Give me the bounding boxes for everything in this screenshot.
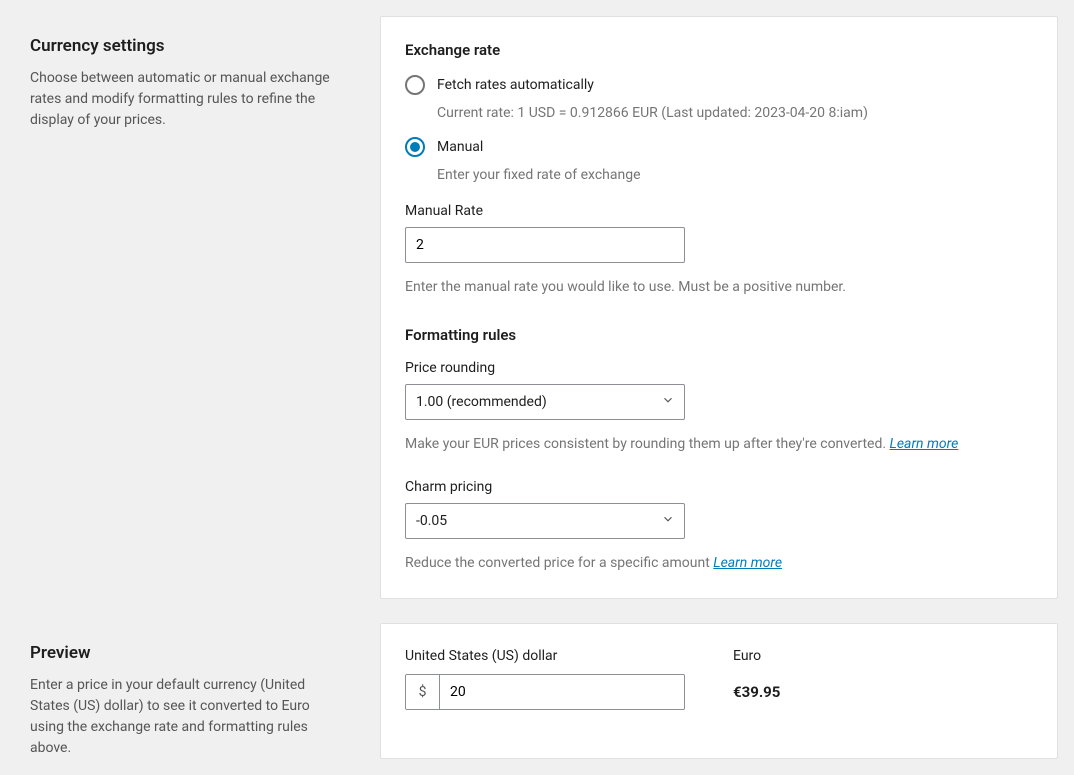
exchange-rate-heading: Exchange rate [405, 41, 1033, 59]
radio-auto-help: Current rate: 1 USD = 0.912866 EUR (Last… [437, 105, 1033, 121]
preview-title: Preview [30, 643, 346, 663]
preview-usd-label: United States (US) dollar [405, 648, 685, 664]
radio-auto[interactable]: Fetch rates automatically [405, 75, 1033, 95]
currency-settings-title: Currency settings [30, 36, 346, 56]
price-rounding-help: Make your EUR prices consistent by round… [405, 434, 1033, 455]
exchange-rate-radio-group: Fetch rates automatically Current rate: … [405, 75, 1033, 183]
radio-manual[interactable]: Manual [405, 137, 1033, 157]
currency-settings-description: Choose between automatic or manual excha… [30, 68, 346, 131]
radio-auto-label: Fetch rates automatically [437, 75, 594, 95]
preview-eur-value: €39.95 [733, 674, 780, 710]
manual-rate-label: Manual Rate [405, 203, 1033, 219]
price-rounding-label: Price rounding [405, 360, 1033, 376]
price-rounding-value: 1.00 (recommended) [416, 394, 547, 410]
currency-symbol: $ [406, 675, 440, 709]
charm-pricing-block: Charm pricing -0.05 Reduce the converted… [405, 479, 1033, 574]
charm-pricing-learn-more-link[interactable]: Learn more [713, 555, 782, 571]
charm-pricing-help: Reduce the converted price for a specifi… [405, 553, 1033, 574]
charm-pricing-value: -0.05 [416, 513, 447, 529]
price-rounding-learn-more-link[interactable]: Learn more [890, 436, 959, 452]
preview-usd-col: United States (US) dollar $ [405, 648, 685, 710]
manual-rate-input[interactable] [405, 227, 685, 263]
currency-settings-sidebar: Currency settings Choose between automat… [16, 16, 356, 599]
price-rounding-select[interactable]: 1.00 (recommended) [405, 384, 685, 420]
radio-icon [405, 75, 425, 95]
radio-manual-help: Enter your fixed rate of exchange [437, 167, 1033, 183]
manual-rate-help: Enter the manual rate you would like to … [405, 277, 1033, 298]
preview-description: Enter a price in your default currency (… [30, 675, 346, 759]
preview-usd-input[interactable] [440, 675, 684, 709]
preview-panel: United States (US) dollar $ Euro €39.95 [380, 623, 1058, 759]
radio-manual-label: Manual [437, 137, 483, 157]
currency-settings-section: Currency settings Choose between automat… [16, 16, 1058, 599]
preview-eur-label: Euro [733, 648, 780, 664]
preview-section: Preview Enter a price in your default cu… [16, 623, 1058, 759]
preview-usd-input-group: $ [405, 674, 685, 710]
charm-pricing-select[interactable]: -0.05 [405, 503, 685, 539]
formatting-heading: Formatting rules [405, 326, 1033, 344]
price-rounding-block: Price rounding 1.00 (recommended) Make y… [405, 360, 1033, 455]
charm-pricing-label: Charm pricing [405, 479, 1033, 495]
preview-sidebar: Preview Enter a price in your default cu… [16, 623, 356, 759]
currency-settings-panel: Exchange rate Fetch rates automatically … [380, 16, 1058, 599]
manual-rate-block: Manual Rate Enter the manual rate you wo… [405, 203, 1033, 298]
radio-icon [405, 137, 425, 157]
preview-eur-col: Euro €39.95 [733, 648, 780, 710]
